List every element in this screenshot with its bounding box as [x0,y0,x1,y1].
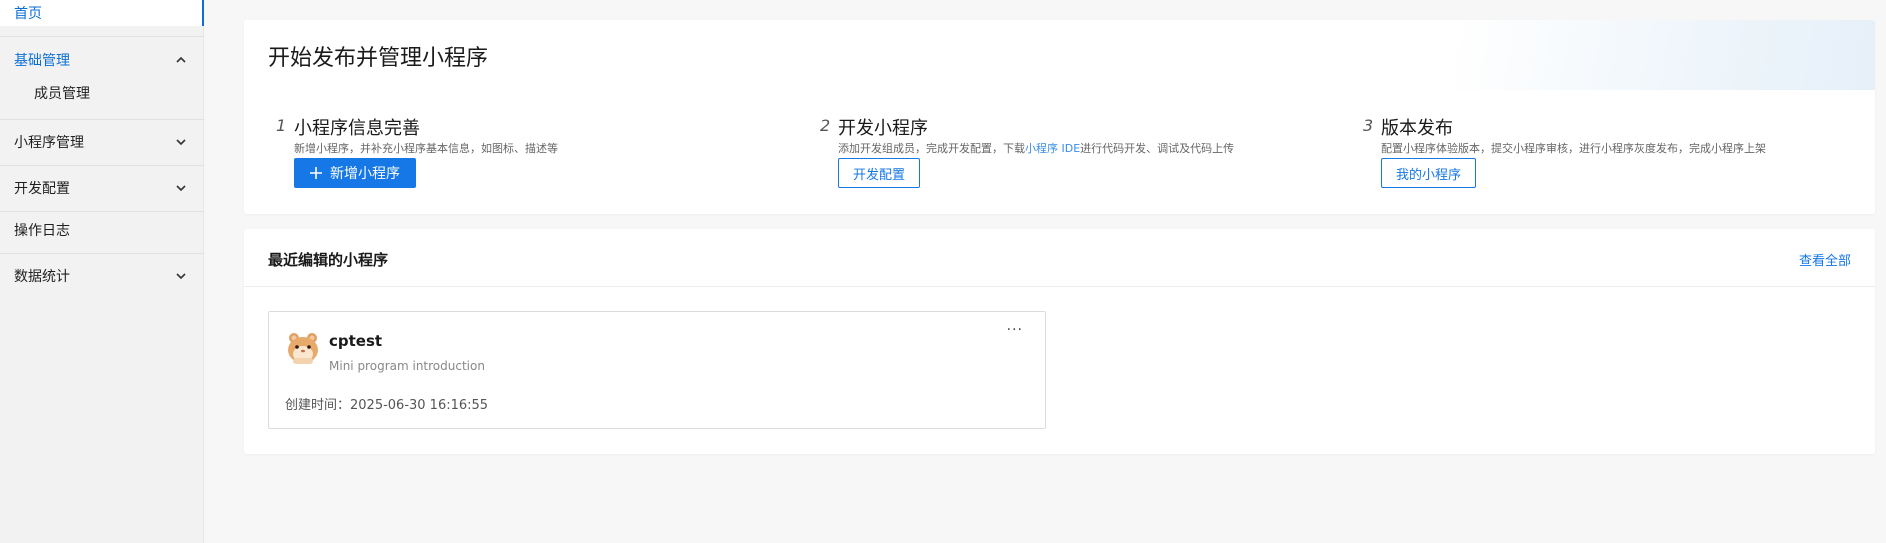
step-number: 2 [820,116,831,135]
sidebar-item-mini-program-management[interactable]: 小程序管理 [0,128,204,156]
sidebar-divider [0,165,204,166]
step-description-text: 添加开发组成员，完成开发配置，下载 [838,142,1025,155]
sidebar-divider [0,36,204,37]
step-description-text: 进行代码开发、调试及代码上传 [1080,142,1235,155]
step-number: 1 [276,116,287,135]
sidebar-divider [0,119,204,120]
view-all-link[interactable]: 查看全部 [1799,250,1851,269]
mini-program-ide-link[interactable]: 小程序 IDE [1025,142,1080,155]
mini-program-card[interactable]: cptest Mini program introduction 创建时间：20… [268,311,1046,429]
dev-config-button-label: 开发配置 [853,167,906,183]
mini-program-name: cptest [329,332,383,350]
mini-program-intro: Mini program introduction [329,359,485,373]
plus-icon [310,167,322,179]
chevron-up-icon [176,56,186,63]
my-mini-programs-button[interactable]: 我的小程序 [1381,158,1477,188]
sidebar-item-dev-config[interactable]: 开发配置 [0,174,204,202]
recent-header: 最近编辑的小程序 查看全部 [244,229,1875,287]
my-mini-programs-button-label: 我的小程序 [1396,167,1462,183]
header-decoration [1455,20,1875,90]
more-options-button[interactable]: ··· [1007,322,1023,338]
sidebar-item-home-label: 首页 [14,6,42,22]
step-number: 3 [1363,116,1374,135]
sidebar-item-member-management[interactable]: 成员管理 [0,80,204,106]
step-description: 配置小程序体验版本，提交小程序审核，进行小程序灰度发布，完成小程序上架 [1381,142,1766,155]
chevron-down-icon [176,273,186,280]
recent-mini-programs-card: 最近编辑的小程序 查看全部 cptest Mini program introd… [244,229,1875,454]
chevron-down-icon [176,139,186,146]
sidebar-item-data-stats-label: 数据统计 [14,269,70,285]
sidebar-item-data-stats[interactable]: 数据统计 [0,262,204,290]
step-title: 开发小程序 [838,118,928,139]
sidebar-item-home[interactable]: 首页 [0,0,204,26]
sidebar-divider [0,211,204,212]
sidebar-divider [0,253,204,254]
sidebar-item-operation-log-label: 操作日志 [14,223,70,239]
step-title: 小程序信息完善 [294,118,420,139]
sidebar-item-basic-management[interactable]: 基础管理 [0,46,204,74]
recent-title: 最近编辑的小程序 [268,251,389,269]
dev-config-button[interactable]: 开发配置 [838,158,921,188]
sidebar-item-member-management-label: 成员管理 [34,86,90,102]
getting-started-card: 开始发布并管理小程序 1 小程序信息完善 新增小程序，并补充小程序基本信息，如图… [244,20,1875,214]
step-description: 添加开发组成员，完成开发配置，下载小程序 IDE进行代码开发、调试及代码上传 [838,140,1234,156]
sidebar-item-basic-management-label: 基础管理 [14,53,70,69]
sidebar-item-mini-program-management-label: 小程序管理 [14,135,84,151]
step-title: 版本发布 [1381,118,1453,139]
add-mini-program-button[interactable]: 新增小程序 [294,158,416,188]
hamster-avatar-icon [288,333,318,364]
mini-program-created-time: 创建时间：2025-06-30 16:16:55 [285,398,489,413]
step-description: 新增小程序，并补充小程序基本信息，如图标、描述等 [294,142,558,155]
sidebar: 首页 基础管理 成员管理 小程序管理 开发配置 操作日志 数据统计 [0,0,204,543]
sidebar-item-dev-config-label: 开发配置 [14,181,70,197]
sidebar-item-operation-log[interactable]: 操作日志 [0,216,204,244]
add-mini-program-label: 新增小程序 [330,166,400,182]
chevron-down-icon [176,185,186,192]
page-title: 开始发布并管理小程序 [268,46,489,71]
